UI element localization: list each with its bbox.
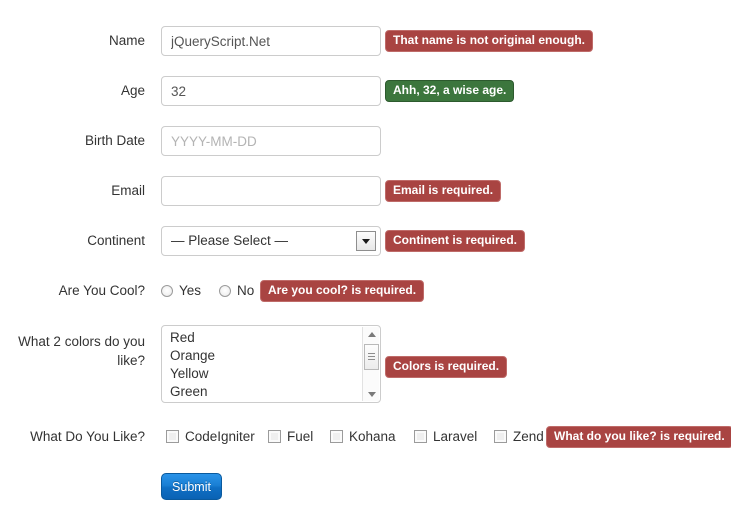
checkbox-fuel-icon[interactable]	[268, 430, 281, 443]
validation-form: Name That name is not original enough. A…	[0, 0, 731, 517]
label-are-you-cool: Are You Cool?	[58, 283, 145, 298]
list-item[interactable]: Yellow	[170, 365, 358, 383]
field-wrap-colors: Red Orange Yellow Green	[161, 325, 381, 403]
checkbox-codeigniter-label: CodeIgniter	[185, 429, 255, 444]
checkbox-kohana-label: Kohana	[349, 429, 396, 444]
list-item[interactable]: Red	[170, 329, 358, 347]
checkbox-option-kohana[interactable]: Kohana	[330, 429, 396, 445]
age-input[interactable]	[161, 76, 381, 106]
field-wrap-name	[161, 26, 381, 56]
are-you-cool-error-message: Are you cool? is required.	[260, 280, 425, 302]
email-error-message: Email is required.	[385, 180, 502, 202]
what-do-you-like-error-message: What do you like? is required.	[546, 426, 731, 448]
colors-error-message: Colors is required.	[385, 356, 508, 378]
checkbox-option-zend[interactable]: Zend	[494, 429, 544, 445]
continent-error-message: Continent is required.	[385, 230, 526, 252]
name-input[interactable]	[161, 26, 381, 56]
radio-option-no[interactable]: No	[219, 283, 254, 299]
email-input[interactable]	[161, 176, 381, 206]
checkbox-laravel-label: Laravel	[433, 429, 478, 444]
field-wrap-email	[161, 176, 381, 206]
list-item[interactable]: Green	[170, 383, 358, 401]
radio-no-label: No	[237, 283, 255, 298]
scroll-up-arrow-icon[interactable]	[363, 327, 380, 342]
checkbox-zend-icon[interactable]	[494, 430, 507, 443]
colors-option-list: Red Orange Yellow Green	[162, 329, 358, 401]
checkbox-option-laravel[interactable]: Laravel	[414, 429, 477, 445]
checkbox-codeigniter-icon[interactable]	[166, 430, 179, 443]
checkbox-option-codeigniter[interactable]: CodeIgniter	[166, 429, 255, 445]
label-colors: What 2 colors do you like?	[18, 334, 145, 368]
checkbox-kohana-icon[interactable]	[330, 430, 343, 443]
checkbox-laravel-icon[interactable]	[414, 430, 427, 443]
field-wrap-continent: — Please Select —	[161, 226, 381, 256]
label-age: Age	[120, 83, 145, 98]
checkbox-option-fuel[interactable]: Fuel	[268, 429, 313, 445]
checkbox-fuel-label: Fuel	[287, 429, 314, 444]
radio-no-icon[interactable]	[219, 285, 231, 297]
submit-button[interactable]: Submit	[161, 473, 222, 500]
radio-yes-icon[interactable]	[161, 285, 173, 297]
chevron-down-icon[interactable]	[356, 231, 376, 251]
checkbox-zend-label: Zend	[513, 429, 544, 444]
label-email: Email	[111, 183, 145, 198]
label-continent: Continent	[87, 233, 145, 248]
field-wrap-age	[161, 76, 381, 106]
label-name: Name	[108, 33, 145, 48]
label-birth-date: Birth Date	[84, 133, 145, 148]
label-what-do-you-like: What Do You Like?	[30, 429, 145, 444]
name-error-message: That name is not original enough.	[385, 30, 594, 52]
continent-selected-value: — Please Select —	[171, 233, 289, 248]
continent-select[interactable]: — Please Select —	[161, 226, 381, 256]
colors-scrollbar[interactable]	[362, 327, 379, 401]
colors-listbox[interactable]: Red Orange Yellow Green	[161, 325, 381, 403]
radio-yes-label: Yes	[179, 283, 202, 298]
birth-date-input[interactable]	[161, 126, 381, 156]
list-item[interactable]: Orange	[170, 347, 358, 365]
field-wrap-birth-date	[161, 126, 381, 156]
scrollbar-thumb[interactable]	[364, 344, 379, 370]
scroll-down-arrow-icon[interactable]	[363, 386, 380, 401]
radio-option-yes[interactable]: Yes	[161, 283, 201, 299]
age-success-message: Ahh, 32, a wise age.	[385, 80, 515, 102]
